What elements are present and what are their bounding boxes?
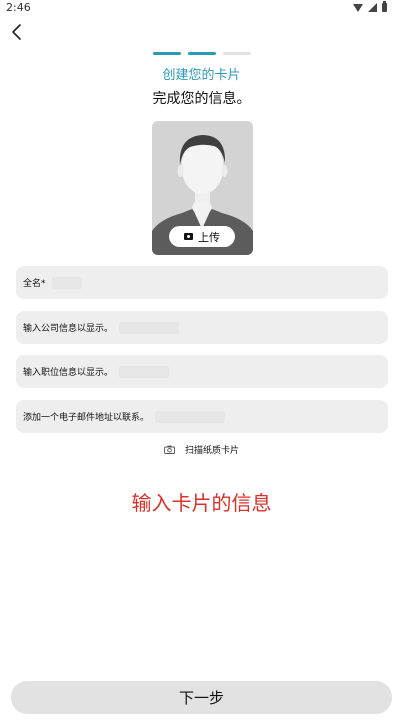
status-icons	[353, 1, 387, 12]
back-button[interactable]	[9, 22, 27, 42]
email-placeholder: 添加一个电子邮件地址以联系。	[23, 413, 150, 423]
scan-card-button[interactable]: 扫描纸质卡片	[0, 443, 403, 456]
status-time: 2:46	[6, 1, 31, 14]
email-field[interactable]: 添加一个电子邮件地址以联系。	[16, 400, 388, 433]
progress-step-3	[223, 52, 251, 55]
field-shadow	[155, 410, 226, 423]
wifi-icon	[353, 3, 363, 12]
avatar[interactable]: 上传	[152, 121, 253, 255]
full-name-field[interactable]: 全名*	[16, 266, 388, 299]
progress-step-1	[153, 52, 181, 55]
signal-icon	[368, 3, 377, 12]
field-shadow	[51, 276, 82, 289]
upload-label: 上传	[198, 230, 220, 244]
field-shadow	[119, 321, 180, 334]
field-shadow	[119, 365, 170, 378]
page-subtitle: 完成您的信息。	[152, 91, 251, 107]
scan-card-label: 扫描纸质卡片	[184, 446, 239, 456]
hint-text: 输入卡片的信息	[131, 491, 272, 515]
job-title-placeholder: 输入职位信息以显示。	[23, 368, 114, 378]
next-label: 下一步	[178, 689, 224, 707]
full-name-placeholder: 全名*	[23, 279, 46, 289]
page-title: 创建您的卡片	[162, 68, 241, 83]
company-field[interactable]: 输入公司信息以显示。	[16, 311, 388, 344]
status-bar: 2:46	[0, 0, 403, 16]
battery-icon	[382, 1, 387, 12]
upload-button[interactable]: 上传	[169, 226, 235, 247]
progress-step-2	[188, 52, 216, 55]
job-title-field[interactable]: 输入职位信息以显示。	[16, 355, 388, 388]
next-button[interactable]: 下一步	[11, 681, 392, 714]
company-placeholder: 输入公司信息以显示。	[23, 324, 114, 334]
chevron-left-icon	[12, 24, 21, 40]
camera-icon	[184, 233, 193, 240]
camera-icon	[164, 445, 175, 454]
progress-indicator	[153, 52, 251, 55]
